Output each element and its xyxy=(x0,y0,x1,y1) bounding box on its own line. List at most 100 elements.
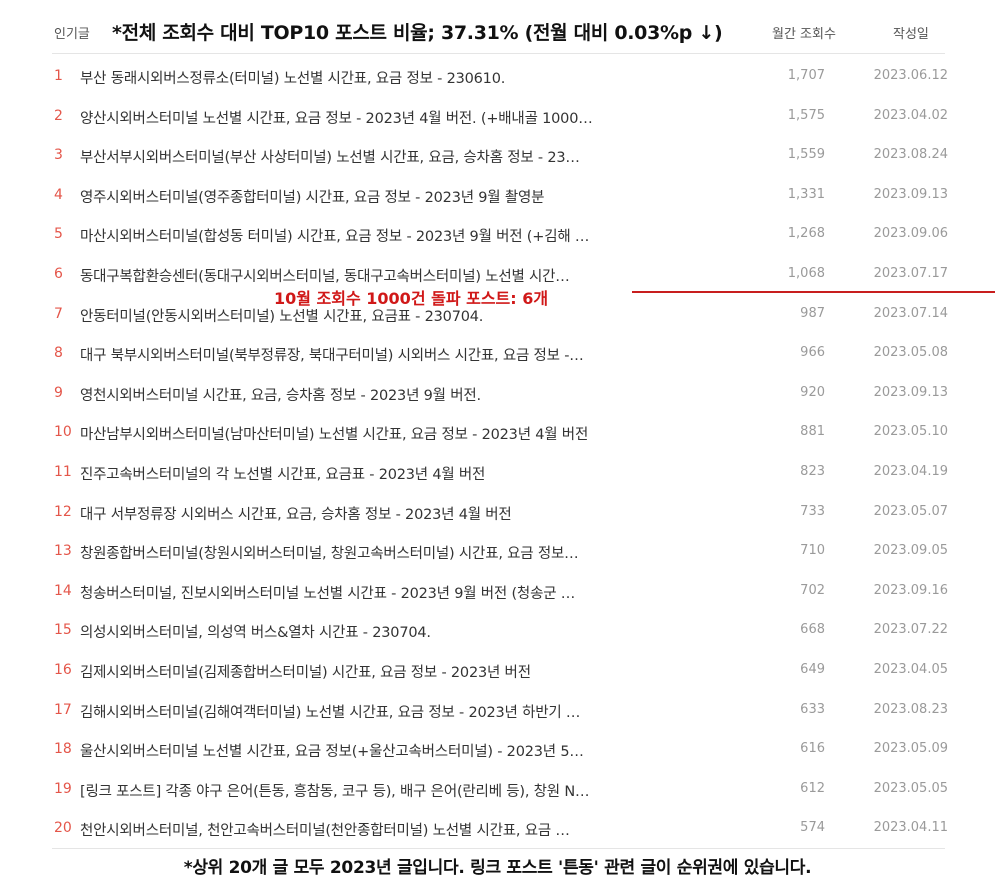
post-rank: 11 xyxy=(54,463,72,480)
post-date: 2023.04.02 xyxy=(873,107,948,123)
post-title-link[interactable]: 부산서부시외버스터미널(부산 사상터미널) 노선별 시간표, 요금, 승차홈 정… xyxy=(80,146,640,167)
footer-note: *상위 20개 글 모두 2023년 글입니다. 링크 포스트 '튼동' 관련 … xyxy=(183,858,812,878)
post-rank: 14 xyxy=(54,582,72,599)
table-row[interactable]: 19 [링크 포스트] 각종 야구 은어(튼동, 흥참동, 코구 등), 배구 은… xyxy=(52,770,948,810)
post-rank: 12 xyxy=(54,503,72,520)
post-rank: 7 xyxy=(54,305,63,322)
post-title-link[interactable]: 부산 동래시외버스정류소(터미널) 노선별 시간표, 요금 정보 - 23061… xyxy=(80,67,640,88)
top10-ratio-note: *전체 조회수 대비 TOP10 포스트 비율; 37.31% (전월 대비 0… xyxy=(112,22,723,44)
post-title-link[interactable]: 대구 북부시외버스터미널(북부정류장, 북대구터미널) 시외버스 시간표, 요금… xyxy=(80,344,640,365)
table-row[interactable]: 2 양산시외버스터미널 노선별 시간표, 요금 정보 - 2023년 4월 버전.… xyxy=(52,97,948,137)
post-date: 2023.05.07 xyxy=(873,503,948,519)
post-rank: 16 xyxy=(54,661,72,678)
post-monthly-views: 633 xyxy=(800,701,825,717)
post-date: 2023.08.24 xyxy=(873,147,948,163)
table-row[interactable]: 1 부산 동래시외버스정류소(터미널) 노선별 시간표, 요금 정보 - 2306… xyxy=(52,57,948,97)
post-rank: 4 xyxy=(54,186,63,203)
post-rank: 19 xyxy=(54,780,72,797)
post-title-link[interactable]: 대구 서부정류장 시외버스 시간표, 요금, 승차홈 정보 - 2023년 4월… xyxy=(80,503,640,524)
post-monthly-views: 987 xyxy=(800,305,825,321)
post-date: 2023.07.17 xyxy=(873,265,948,281)
post-monthly-views: 920 xyxy=(800,384,825,400)
post-monthly-views: 1,331 xyxy=(787,186,825,202)
table-row[interactable]: 17 김해시외버스터미널(김해여객터미널) 노선별 시간표, 요금 정보 - 20… xyxy=(52,691,948,731)
table-row[interactable]: 3 부산서부시외버스터미널(부산 사상터미널) 노선별 시간표, 요금, 승차홈 … xyxy=(52,136,948,176)
post-rank: 20 xyxy=(54,820,72,837)
post-monthly-views: 1,575 xyxy=(787,107,825,123)
post-monthly-views: 574 xyxy=(800,820,825,836)
views-1000-annotation: 10월 조회수 1000건 돌파 포스트: 6개 xyxy=(272,285,551,309)
post-monthly-views: 649 xyxy=(800,661,825,677)
post-date: 2023.09.05 xyxy=(873,543,948,559)
post-title-link[interactable]: 김제시외버스터미널(김제종합버스터미널) 시간표, 요금 정보 - 2023년 … xyxy=(80,661,640,682)
post-title-link[interactable]: 창원종합버스터미널(창원시외버스터미널, 창원고속버스터미널) 시간표, 요금 … xyxy=(80,542,640,563)
post-date: 2023.04.11 xyxy=(873,820,948,836)
post-title-link[interactable]: [링크 포스트] 각종 야구 은어(튼동, 흥참동, 코구 등), 배구 은어(… xyxy=(80,780,640,801)
popular-posts-page: 인기글 *전체 조회수 대비 TOP10 포스트 비율; 37.31% (전월 … xyxy=(0,0,995,882)
post-title-link[interactable]: 울산시외버스터미널 노선별 시간표, 요금 정보(+울산고속버스터미널) - 2… xyxy=(80,740,640,761)
post-title-link[interactable]: 영천시외버스터미널 시간표, 요금, 승차홈 정보 - 2023년 9월 버전. xyxy=(80,384,640,405)
post-date: 2023.04.19 xyxy=(873,463,948,479)
post-date: 2023.05.10 xyxy=(873,424,948,440)
post-rank: 15 xyxy=(54,622,72,639)
post-date: 2023.07.22 xyxy=(873,622,948,638)
table-row[interactable]: 9 영천시외버스터미널 시간표, 요금, 승차홈 정보 - 2023년 9월 버전… xyxy=(52,374,948,414)
table-row[interactable]: 5 마산시외버스터미널(합성동 터미널) 시간표, 요금 정보 - 2023년 9… xyxy=(52,215,948,255)
table-row[interactable]: 12 대구 서부정류장 시외버스 시간표, 요금, 승차홈 정보 - 2023년 … xyxy=(52,493,948,533)
post-rank: 2 xyxy=(54,107,63,124)
post-date: 2023.08.23 xyxy=(873,701,948,717)
post-title-link[interactable]: 천안시외버스터미널, 천안고속버스터미널(천안종합터미널) 노선별 시간표, 요… xyxy=(80,819,640,840)
post-rank: 1 xyxy=(54,68,63,84)
footer-divider xyxy=(52,848,945,849)
post-monthly-views: 1,068 xyxy=(787,265,825,281)
table-row[interactable]: 16 김제시외버스터미널(김제종합버스터미널) 시간표, 요금 정보 - 2023… xyxy=(52,651,948,691)
post-title-link[interactable]: 영주시외버스터미널(영주종합터미널) 시간표, 요금 정보 - 2023년 9월… xyxy=(80,186,640,207)
post-title-link[interactable]: 양산시외버스터미널 노선별 시간표, 요금 정보 - 2023년 4월 버전. … xyxy=(80,107,640,128)
table-row[interactable]: 11 진주고속버스터미널의 각 노선별 시간표, 요금표 - 2023년 4월 버… xyxy=(52,453,948,493)
post-monthly-views: 1,707 xyxy=(787,68,825,83)
post-rank: 8 xyxy=(54,345,63,362)
post-date: 2023.05.08 xyxy=(873,345,948,361)
post-title-link[interactable]: 진주고속버스터미널의 각 노선별 시간표, 요금표 - 2023년 4월 버전 xyxy=(80,463,640,484)
post-title-link[interactable]: 김해시외버스터미널(김해여객터미널) 노선별 시간표, 요금 정보 - 2023… xyxy=(80,701,640,722)
post-rank: 3 xyxy=(54,147,63,164)
post-title-link[interactable]: 의성시외버스터미널, 의성역 버스&열차 시간표 - 230704. xyxy=(80,621,640,642)
table-row[interactable]: 4 영주시외버스터미널(영주종합터미널) 시간표, 요금 정보 - 2023년 9… xyxy=(52,176,948,216)
table-row[interactable]: 18 울산시외버스터미널 노선별 시간표, 요금 정보(+울산고속버스터미널) -… xyxy=(52,730,948,770)
table-row[interactable]: 10 마산남부시외버스터미널(남마산터미널) 노선별 시간표, 요금 정보 - 2… xyxy=(52,413,948,453)
post-title-link[interactable]: 청송버스터미널, 진보시외버스터미널 노선별 시간표 - 2023년 9월 버전… xyxy=(80,582,640,603)
post-date: 2023.05.05 xyxy=(873,780,948,796)
post-monthly-views: 881 xyxy=(800,424,825,440)
post-date: 2023.09.06 xyxy=(873,226,948,242)
table-row[interactable]: 14 청송버스터미널, 진보시외버스터미널 노선별 시간표 - 2023년 9월 … xyxy=(52,572,948,612)
list-header: 인기글 *전체 조회수 대비 TOP10 포스트 비율; 37.31% (전월 … xyxy=(52,12,945,54)
post-monthly-views: 616 xyxy=(800,741,825,757)
post-rank: 5 xyxy=(54,226,63,243)
post-rank: 18 xyxy=(54,741,72,758)
post-monthly-views: 1,559 xyxy=(787,147,825,163)
post-title-link[interactable]: 동대구복합환승센터(동대구시외버스터미널, 동대구고속버스터미널) 노선별 시간… xyxy=(80,265,640,286)
date-column-header: 작성일 xyxy=(893,27,929,42)
post-date: 2023.07.14 xyxy=(873,305,948,321)
post-date: 2023.09.16 xyxy=(873,582,948,598)
annotation-divider-line xyxy=(632,291,995,293)
post-rank: 13 xyxy=(54,543,72,560)
post-date: 2023.04.05 xyxy=(873,661,948,677)
table-row[interactable]: 13 창원종합버스터미널(창원시외버스터미널, 창원고속버스터미널) 시간표, 요… xyxy=(52,532,948,572)
post-rank: 10 xyxy=(54,424,72,441)
post-monthly-views: 823 xyxy=(800,463,825,479)
popular-posts-label: 인기글 xyxy=(54,27,90,42)
post-rank: 9 xyxy=(54,384,63,401)
post-date: 2023.06.12 xyxy=(873,68,948,83)
table-row[interactable]: 15 의성시외버스터미널, 의성역 버스&열차 시간표 - 230704. 668 2… xyxy=(52,611,948,651)
monthly-views-column-header: 월간 조회수 xyxy=(772,27,836,42)
table-row[interactable]: 20 천안시외버스터미널, 천안고속버스터미널(천안종합터미널) 노선별 시간표,… xyxy=(52,809,948,849)
post-monthly-views: 702 xyxy=(800,582,825,598)
post-monthly-views: 612 xyxy=(800,780,825,796)
post-title-link[interactable]: 마산남부시외버스터미널(남마산터미널) 노선별 시간표, 요금 정보 - 202… xyxy=(80,423,640,444)
post-monthly-views: 710 xyxy=(800,543,825,559)
post-date: 2023.05.09 xyxy=(873,741,948,757)
table-row[interactable]: 8 대구 북부시외버스터미널(북부정류장, 북대구터미널) 시외버스 시간표, 요… xyxy=(52,334,948,374)
post-rank: 17 xyxy=(54,701,72,718)
post-title-link[interactable]: 마산시외버스터미널(합성동 터미널) 시간표, 요금 정보 - 2023년 9월… xyxy=(80,225,640,246)
